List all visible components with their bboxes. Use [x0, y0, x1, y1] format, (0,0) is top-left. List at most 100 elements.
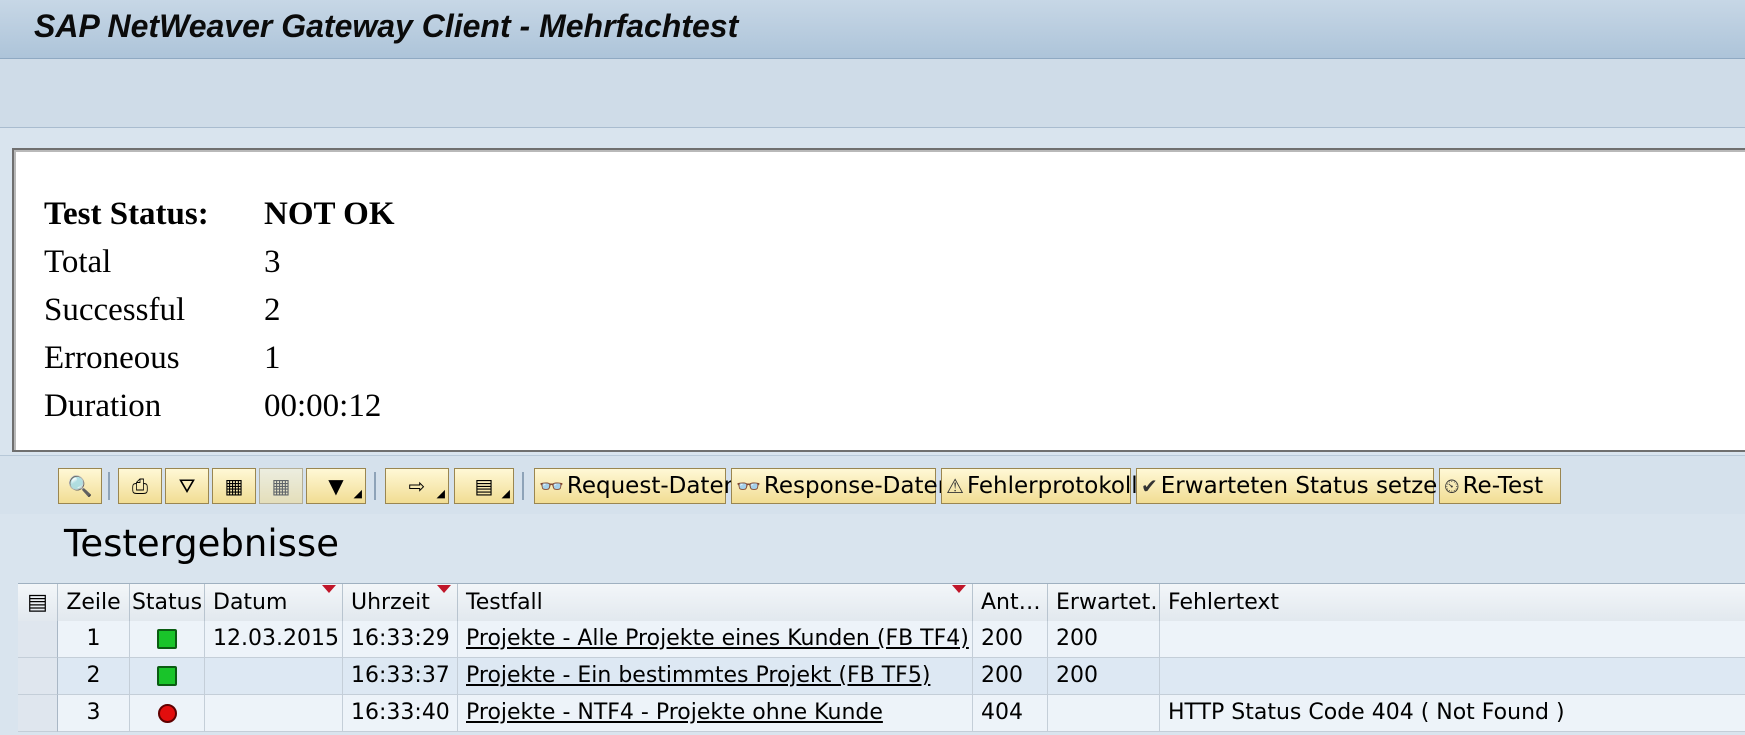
summary-row-duration: Duration 00:00:12: [44, 382, 395, 430]
summary-label: Test Status:: [44, 195, 209, 232]
toolbar-separator: [374, 472, 376, 500]
select-all-icon: ▤: [27, 590, 48, 615]
status-green-icon: [157, 629, 177, 649]
column-header-antwort[interactable]: Ant…: [973, 584, 1048, 622]
export-icon: ⇨: [408, 474, 426, 498]
cell-testfall: Projekte - NTF4 - Projekte ohne Kunde: [458, 695, 973, 732]
results-title: Testergebnisse: [64, 522, 339, 565]
warning-icon: ⚠: [946, 474, 964, 498]
toolbar-separator: [522, 472, 524, 500]
application-toolbar: [0, 59, 1745, 128]
filter-icon: ⛛: [178, 474, 196, 498]
cell-testfall: Projekte - Alle Projekte eines Kunden (F…: [458, 621, 973, 658]
grid-header: ▤ Zeile Status Datum Uhrzeit Testfall An…: [18, 583, 1745, 623]
column-header-status[interactable]: Status: [130, 584, 205, 622]
toolbar-separator: [108, 472, 110, 500]
alv-toolbar: 🔍 ⎙ ⛛ ▦ ▦ ▼ ◢ ⇨ ◢ ▤ ◢ 👓 Request-Daten 👓 Respo…: [0, 455, 1745, 514]
cell-erwartet: 200: [1048, 658, 1160, 695]
cell-status: [130, 621, 205, 658]
column-header-zeile[interactable]: Zeile: [58, 584, 130, 622]
cell-status: [130, 658, 205, 695]
summary-value: NOT OK: [264, 195, 395, 232]
cell-zeile: 2: [58, 658, 130, 695]
details-icon: 🔍: [67, 474, 93, 498]
test-summary-panel: Test Status: NOT OK Total 3 Successful 2…: [12, 148, 1745, 452]
dropdown-arrow-icon: ◢: [501, 487, 510, 500]
cell-zeile: 3: [58, 695, 130, 732]
column-header-label: Uhrzeit: [351, 590, 430, 615]
set-expected-status-button[interactable]: ✔ Erwarteten Status setzen: [1136, 468, 1452, 504]
summary-row-successful: Successful 2: [44, 286, 395, 334]
print-button[interactable]: ⎙: [118, 468, 162, 504]
testcase-link[interactable]: Projekte - NTF4 - Projekte ohne Kunde: [466, 700, 883, 725]
filter-set-button[interactable]: ⛛: [165, 468, 209, 504]
testcase-link[interactable]: Projekte - Ein bestimmtes Projekt (FB TF…: [466, 663, 930, 688]
column-header-testfall[interactable]: Testfall: [458, 584, 973, 622]
table-row: 2 16:33:37 Projekte - Ein bestimmtes Pro…: [18, 658, 1745, 695]
request-data-button[interactable]: 👓 Request-Daten: [534, 468, 738, 504]
cell-erwartet: [1048, 695, 1160, 732]
select-all-button[interactable]: ▤: [18, 584, 58, 622]
summary-row-status: Test Status: NOT OK: [44, 190, 395, 238]
status-red-icon: [157, 703, 177, 723]
cell-uhrzeit: 16:33:40: [343, 695, 458, 732]
testcase-link[interactable]: Projekte - Alle Projekte eines Kunden (F…: [466, 626, 969, 651]
status-green-icon: [157, 666, 177, 686]
response-data-label: Response-Daten: [763, 473, 953, 499]
summary-value: 2: [264, 291, 281, 328]
find-next-icon: ▦: [271, 474, 291, 498]
cell-antwort: 404: [973, 695, 1048, 732]
filter-menu-button[interactable]: ▼ ◢: [306, 468, 366, 504]
row-selector[interactable]: [18, 658, 58, 695]
funnel-icon: ▼: [328, 474, 344, 498]
cell-datum: [205, 695, 343, 732]
summary-label: Duration: [44, 387, 162, 424]
response-data-button[interactable]: 👓 Response-Daten: [731, 468, 952, 504]
find-next-button[interactable]: ▦: [259, 468, 303, 504]
cell-zeile: 1: [58, 621, 130, 658]
results-grid: ▤ Zeile Status Datum Uhrzeit Testfall An…: [18, 583, 1745, 735]
cell-status: [130, 695, 205, 732]
sort-marker-icon: [437, 585, 451, 593]
summary-label: Total: [44, 243, 112, 280]
retest-button[interactable]: ⏲ Re-Test: [1439, 468, 1561, 504]
summary-label: Successful: [44, 291, 186, 328]
details-button[interactable]: 🔍: [58, 468, 102, 504]
request-data-label: Request-Daten: [566, 473, 739, 499]
title-bar: SAP NetWeaver Gateway Client - Mehrfacht…: [0, 0, 1745, 59]
cell-antwort: 200: [973, 658, 1048, 695]
window-title: SAP NetWeaver Gateway Client - Mehrfacht…: [34, 8, 739, 44]
export-menu-button[interactable]: ⇨ ◢: [385, 468, 449, 504]
sort-marker-icon: [952, 585, 966, 593]
check-edit-icon: ✔: [1141, 474, 1158, 498]
table-row: 1 12.03.2015 16:33:29 Projekte - Alle Pr…: [18, 621, 1745, 658]
summary-row-erroneous: Erroneous 1: [44, 334, 395, 382]
summary-value: 1: [264, 339, 281, 376]
cell-datum: 12.03.2015: [205, 621, 343, 658]
row-selector[interactable]: [18, 695, 58, 732]
glasses-icon: 👓: [539, 474, 564, 498]
find-button[interactable]: ▦: [212, 468, 256, 504]
summary-value: 00:00:12: [264, 387, 382, 424]
column-header-fehlertext[interactable]: Fehlertext: [1160, 584, 1745, 622]
error-log-button[interactable]: ⚠ Fehlerprotokoll: [941, 468, 1138, 504]
clock-icon: ⏲: [1444, 474, 1460, 498]
column-header-erwartet[interactable]: Erwartet…: [1048, 584, 1160, 622]
layout-icon: ▤: [474, 474, 494, 498]
find-icon: ▦: [224, 474, 244, 498]
row-selector[interactable]: [18, 621, 58, 658]
layout-menu-button[interactable]: ▤ ◢: [454, 468, 514, 504]
dropdown-arrow-icon: ◢: [353, 487, 362, 500]
sort-marker-icon: [322, 585, 336, 593]
cell-uhrzeit: 16:33:29: [343, 621, 458, 658]
set-expected-status-label: Erwarteten Status setzen: [1160, 473, 1452, 499]
cell-erwartet: 200: [1048, 621, 1160, 658]
cell-fehlertext: [1160, 621, 1745, 658]
column-header-uhrzeit[interactable]: Uhrzeit: [343, 584, 458, 622]
cell-datum: [205, 658, 343, 695]
dropdown-arrow-icon: ◢: [436, 487, 445, 500]
summary-table: Test Status: NOT OK Total 3 Successful 2…: [44, 190, 395, 430]
column-header-datum[interactable]: Datum: [205, 584, 343, 622]
summary-label: Erroneous: [44, 339, 180, 376]
cell-fehlertext: [1160, 658, 1745, 695]
